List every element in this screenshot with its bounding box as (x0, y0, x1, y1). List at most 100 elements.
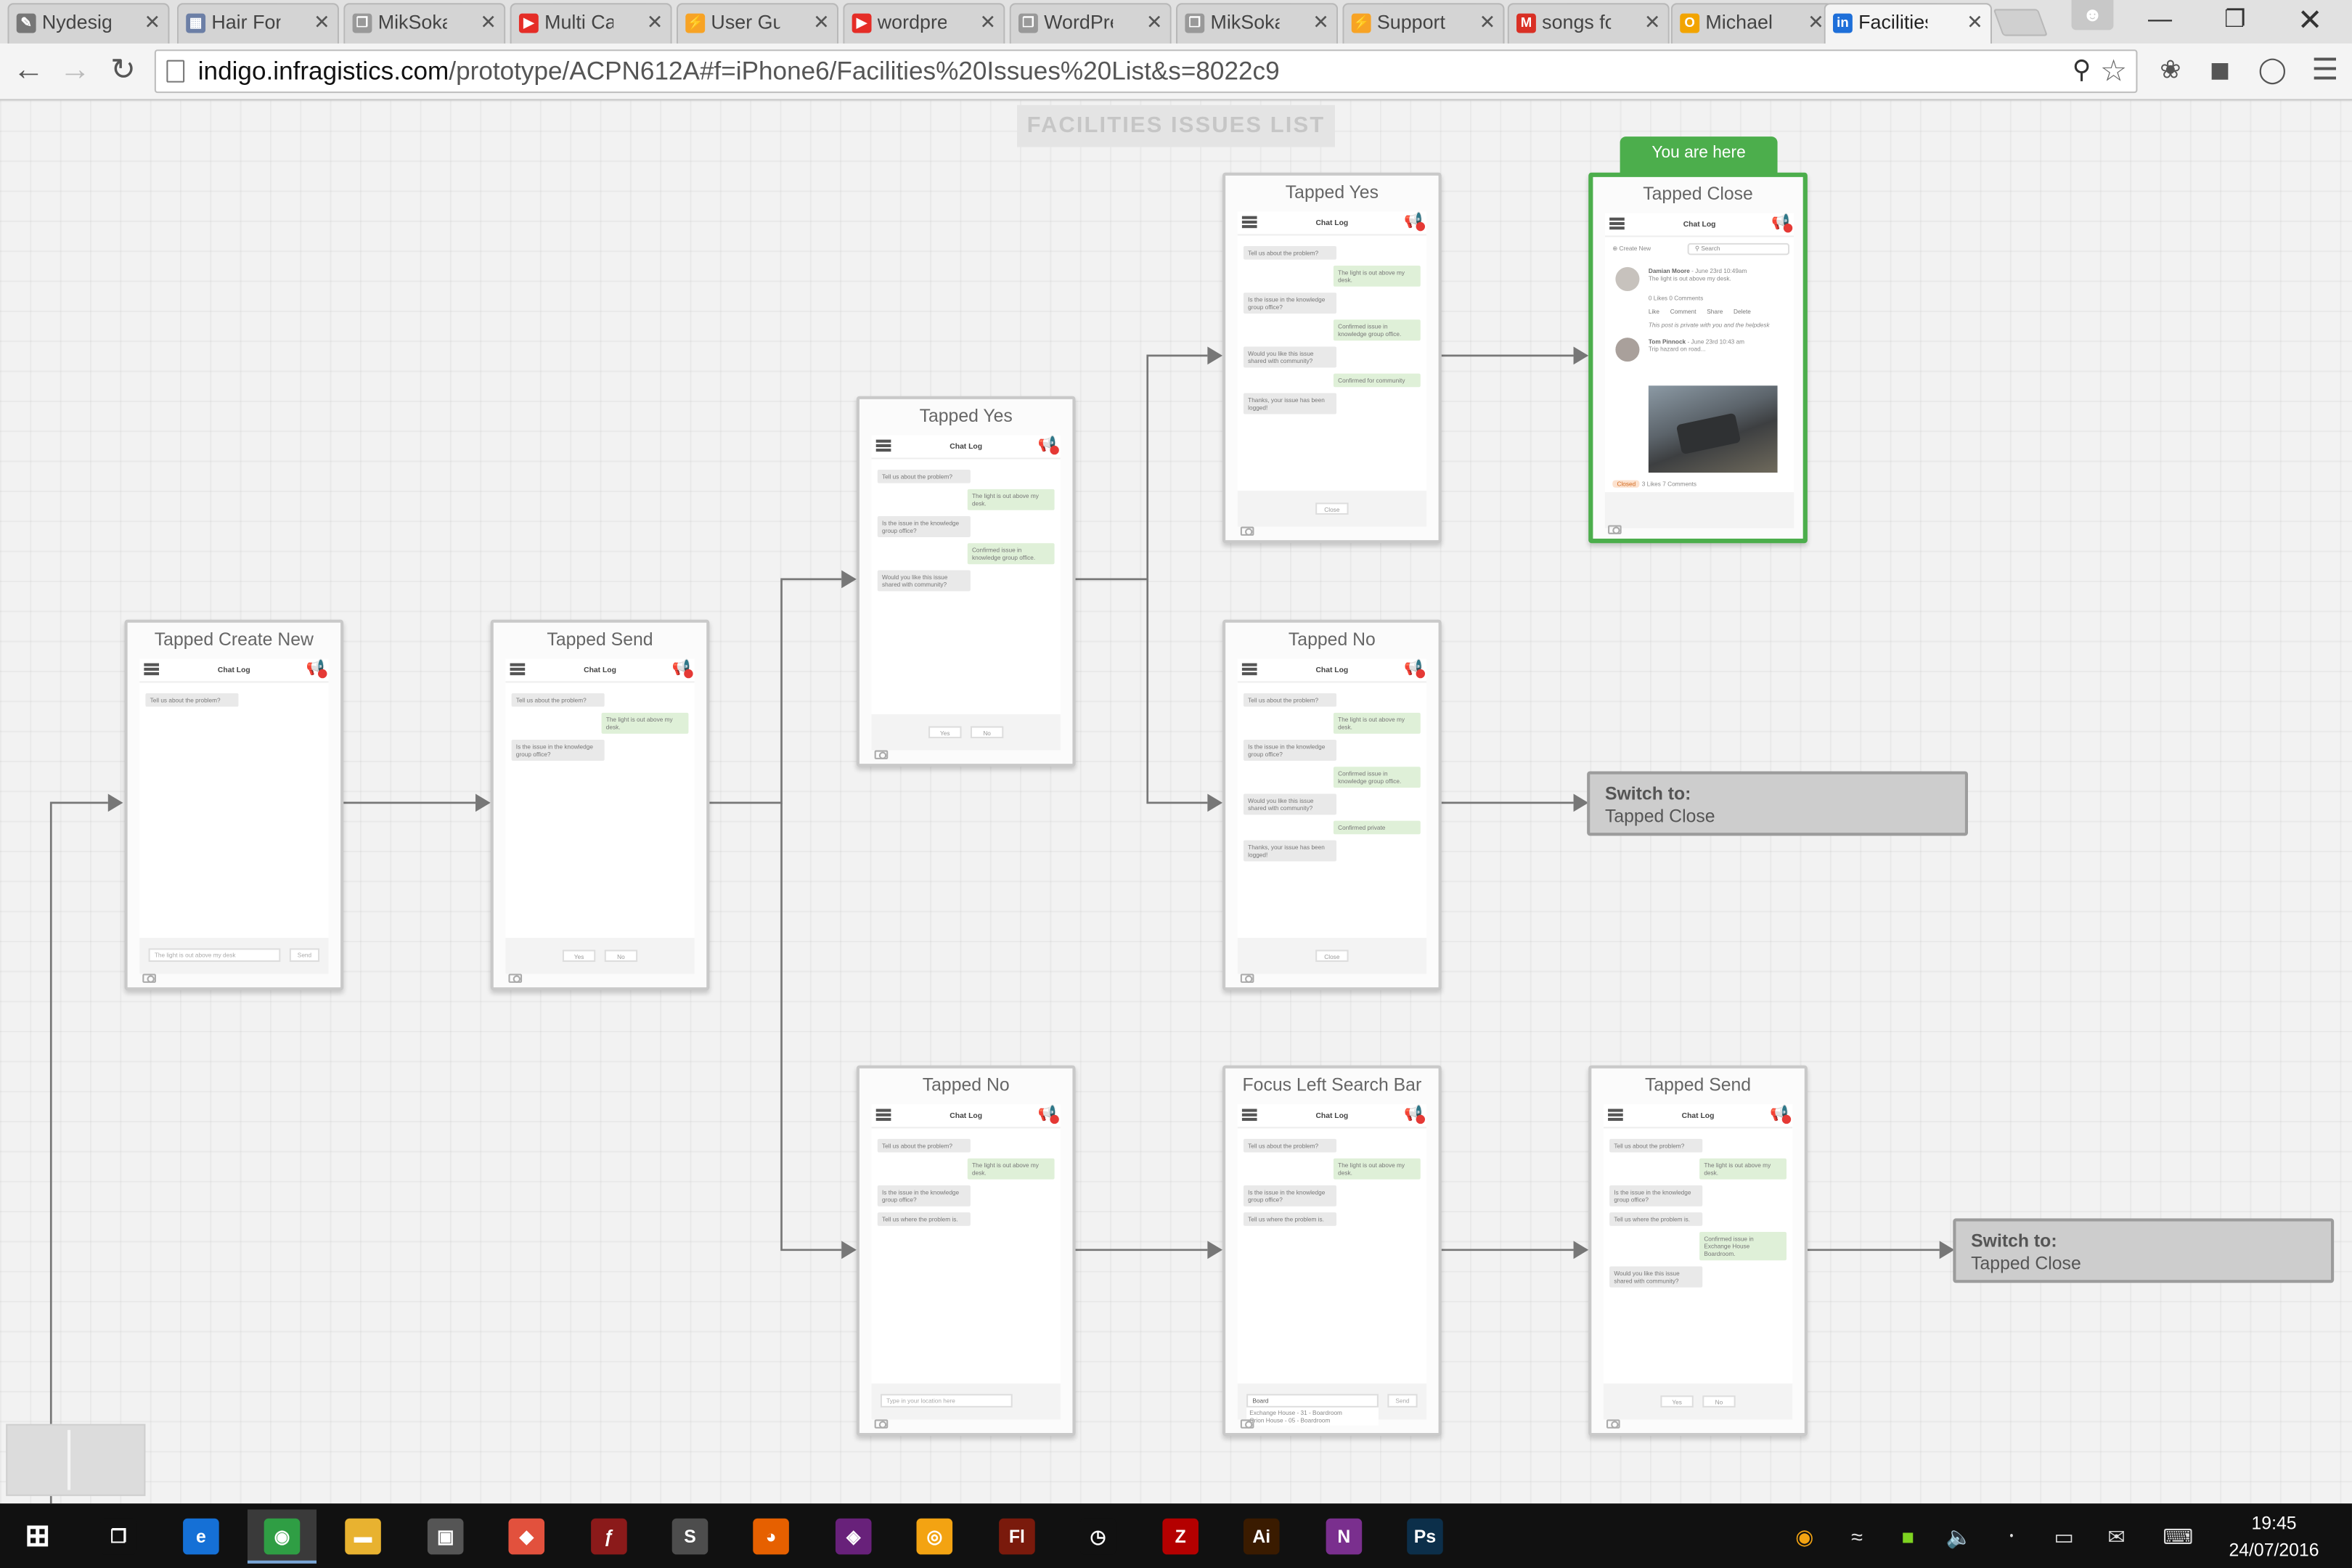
reply-button[interactable]: No (604, 950, 638, 962)
extension-globe-icon[interactable]: ◯ (2256, 54, 2289, 86)
extension-shield-icon[interactable]: ◼ (2203, 54, 2236, 86)
tab-close-icon[interactable]: ✕ (1479, 4, 1496, 41)
battery-icon[interactable]: ▭ (2049, 1522, 2079, 1551)
bookmark-star-icon[interactable]: ☆ (2100, 52, 2127, 90)
onenote-taskbar-button[interactable]: N (1310, 1509, 1379, 1563)
task-view-taskbar-button[interactable]: ❐ (84, 1509, 153, 1563)
reply-button[interactable]: Close (1315, 950, 1349, 962)
location-search-input[interactable]: Board (1246, 1394, 1379, 1408)
back-button[interactable]: ← (7, 51, 49, 90)
create-new-button[interactable]: ⊕ Create New (1612, 245, 1651, 252)
restore-button[interactable]: ❐ (2199, 0, 2271, 44)
wunderlist-taskbar-button[interactable]: ◷ (1063, 1509, 1132, 1563)
camera-icon[interactable] (142, 973, 156, 983)
browser-tab[interactable]: ▶ wordpre ✕ (843, 3, 1005, 44)
browser-tab[interactable]: in Facilities ✕ (1824, 3, 1993, 44)
screen-card[interactable]: Tapped Create New Chat Log 📢 Tell us about … (124, 619, 344, 991)
tab-close-icon[interactable]: ✕ (1967, 4, 1983, 41)
hamburger-menu-icon[interactable] (1241, 663, 1257, 676)
chat-input[interactable]: Type in your location here (880, 1394, 1013, 1408)
send-button[interactable]: Send (289, 948, 320, 962)
hamburger-menu-icon[interactable] (1609, 217, 1625, 230)
screen-card[interactable]: Tapped Send Chat Log 📢 Tell us about the pr… (1588, 1065, 1808, 1437)
file-explorer-taskbar-button[interactable]: ▬ (329, 1509, 398, 1563)
switch-to-box[interactable]: Switch to: Tapped Close (1587, 771, 1968, 836)
reply-button[interactable]: No (970, 726, 1004, 738)
new-tab-button[interactable] (1993, 9, 2049, 36)
minimize-button[interactable]: — (2124, 0, 2196, 44)
browser-tab[interactable]: ✎Nydesign ✕ (7, 3, 170, 44)
vs-taskbar-button[interactable]: ◈ (819, 1509, 888, 1563)
switch-to-box[interactable]: Switch to: Tapped Close (1953, 1218, 2335, 1283)
hamburger-menu-icon[interactable] (1608, 1108, 1623, 1122)
camera-icon[interactable] (874, 1419, 889, 1429)
reply-button[interactable]: No (1702, 1395, 1736, 1408)
canvas-navigator[interactable] (6, 1424, 146, 1496)
firefox-taskbar-button[interactable]: ◕ (737, 1509, 806, 1563)
profile-button[interactable]: ☻ (2071, 0, 2114, 30)
hamburger-menu-icon[interactable] (144, 663, 160, 676)
chat-input[interactable]: The light is out above my desk (148, 948, 281, 962)
reply-button[interactable]: Yes (1660, 1395, 1694, 1408)
tab-close-icon[interactable]: ✕ (813, 4, 830, 41)
screen-card[interactable]: Tapped Yes Chat Log 📢 Tell us about the pro… (1222, 172, 1442, 544)
reply-button[interactable]: Yes (562, 950, 596, 962)
tab-close-icon[interactable]: ✕ (1312, 4, 1329, 41)
browser-tab[interactable]: ⚡User Gui ✕ (676, 3, 839, 44)
flash-player-taskbar-button[interactable]: ƒ (574, 1509, 643, 1563)
browser-tab[interactable]: ❐MikSokal ✕ (343, 3, 506, 44)
zoom-search-icon[interactable]: ⚲ (2073, 55, 2091, 85)
camera-icon[interactable] (1608, 525, 1622, 534)
camera-icon[interactable] (1240, 973, 1254, 983)
browser-tab[interactable]: ▦Hair Force ✕ (176, 3, 339, 44)
system-clock[interactable]: 19:45 24/07/2016 (2205, 1509, 2343, 1563)
search-input[interactable]: ⚲ Search (1687, 242, 1790, 256)
camera-icon[interactable] (1240, 1419, 1254, 1429)
action-center-icon[interactable]: ✉ (2102, 1522, 2131, 1551)
volume-icon[interactable]: 🔈 (1944, 1522, 1974, 1551)
bluetooth-icon[interactable]: ᛫ (1996, 1522, 2026, 1551)
filezilla-taskbar-button[interactable]: Z (1146, 1509, 1215, 1563)
screen-card[interactable]: Tapped Yes Chat Log 📢 Tell us about the pro… (856, 396, 1076, 767)
extension-bug-icon[interactable]: ❀ (2154, 54, 2186, 86)
tray-shield-icon[interactable]: ■ (1893, 1522, 1923, 1551)
post-actions[interactable]: Like Comment Share Delete (1649, 308, 1787, 315)
hamburger-menu-icon[interactable] (510, 663, 526, 676)
browser-tab[interactable]: ▶ Multi Ca ✕ (510, 3, 672, 44)
hamburger-menu-icon[interactable] (875, 439, 891, 452)
location-suggestions[interactable]: Exchange House - 31 - Boardroom Orion Hou… (1246, 1407, 1379, 1426)
tab-close-icon[interactable]: ✕ (979, 4, 996, 41)
tab-close-icon[interactable]: ✕ (1808, 4, 1824, 41)
browser-tab[interactable]: ⚡ Support ✕ (1342, 3, 1505, 44)
tab-close-icon[interactable]: ✕ (144, 4, 161, 41)
browser-tab[interactable]: ❐ WordPre ✕ (1009, 3, 1172, 44)
chrome-menu-icon[interactable]: ☰ (2308, 54, 2341, 86)
close-window-button[interactable]: ✕ (2274, 0, 2346, 44)
screen-card[interactable]: Tapped No Chat Log 📢 Tell us about the prob… (1222, 619, 1442, 991)
send-button[interactable]: Send (1387, 1394, 1418, 1408)
hamburger-menu-icon[interactable] (1241, 1108, 1257, 1122)
store-taskbar-button[interactable]: ▣ (411, 1509, 480, 1563)
wifi-icon[interactable]: ≈ (1842, 1522, 1871, 1551)
keyboard-icon[interactable]: ⌨ (2157, 1522, 2199, 1551)
photoshop-taskbar-button[interactable]: Ps (1390, 1509, 1459, 1563)
tab-close-icon[interactable]: ✕ (314, 4, 330, 41)
camera-icon[interactable] (1606, 1419, 1620, 1429)
screen-card[interactable]: Tapped Close Chat Log 📢 ⊕ Create New ⚲ Searc… (1588, 172, 1808, 544)
git-taskbar-button[interactable]: ◆ (492, 1509, 561, 1563)
circle-app-taskbar-button[interactable]: ◎ (900, 1509, 969, 1563)
camera-icon[interactable] (1240, 526, 1254, 536)
start-button[interactable]: ⊞ (3, 1509, 72, 1563)
illustrator-taskbar-button[interactable]: Ai (1227, 1509, 1296, 1563)
tab-close-icon[interactable]: ✕ (647, 4, 663, 41)
flash-taskbar-button[interactable]: Fl (982, 1509, 1051, 1563)
chrome-taskbar-button[interactable]: ◉ (247, 1509, 317, 1564)
screen-card[interactable]: Focus Left Search Bar Chat Log 📢 Tell us ab… (1222, 1065, 1442, 1437)
reply-button[interactable]: Yes (928, 726, 962, 738)
tab-close-icon[interactable]: ✕ (480, 4, 497, 41)
screen-card[interactable]: Tapped Send Chat Log 📢 Tell us about the pr… (490, 619, 710, 991)
browser-tab[interactable]: ❐MikSokal ✕ (1175, 3, 1339, 44)
camera-icon[interactable] (508, 973, 523, 983)
address-bar[interactable]: indigo.infragistics.com/prototype/ACPN61… (154, 49, 2138, 94)
tab-close-icon[interactable]: ✕ (1146, 4, 1163, 41)
